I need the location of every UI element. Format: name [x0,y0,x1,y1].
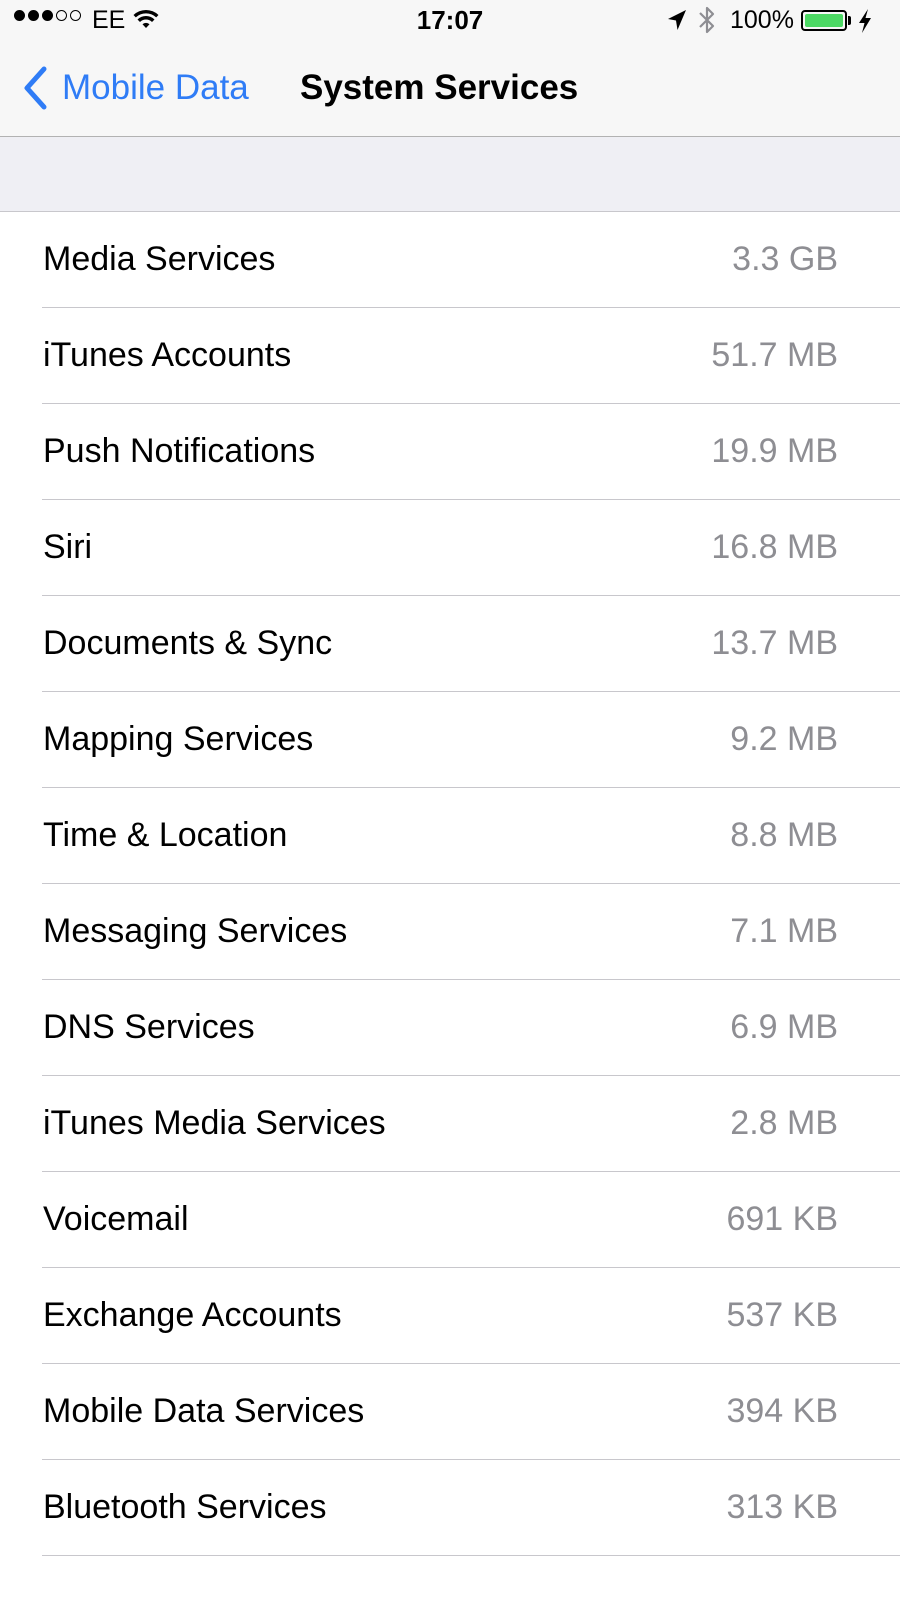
bluetooth-icon [697,5,717,42]
service-name: Siri [43,528,93,566]
battery-percentage: 100% [730,6,794,34]
settings-screen: EE 17:07 100% Mobile Data System Service… [0,0,900,1600]
service-name: Media Services [43,240,276,278]
data-usage-value: 13.7 MB [711,624,838,662]
list-item[interactable]: Media Services 3.3 GB [0,212,900,308]
service-name: Bluetooth Services [43,1488,327,1526]
data-usage-value: 2.8 MB [730,1104,838,1142]
service-name: DNS Services [43,1008,255,1046]
service-name: Exchange Accounts [43,1296,342,1334]
data-usage-value: 7.1 MB [730,912,838,950]
service-name: Time & Location [43,816,288,854]
list-item[interactable]: Time & Location 8.8 MB [0,788,900,884]
back-button[interactable]: Mobile Data [22,66,249,110]
service-name: Push Notifications [43,432,316,470]
list-item[interactable]: iTunes Accounts 51.7 MB [0,308,900,404]
back-button-label: Mobile Data [62,68,249,107]
list-item[interactable]: Mapping Services 9.2 MB [0,692,900,788]
navigation-bar: Mobile Data System Services [0,44,900,136]
list-item[interactable]: iTunes Media Services 2.8 MB [0,1076,900,1172]
data-usage-value: 3.3 GB [732,240,838,278]
data-usage-value: 691 KB [726,1200,838,1238]
list-item[interactable]: Bluetooth Services 313 KB [0,1460,900,1556]
status-bar: EE 17:07 100% [0,0,900,44]
battery-level-fill [805,14,843,27]
list-item[interactable]: Mobile Data Services 394 KB [0,1364,900,1460]
location-arrow-icon [666,8,688,39]
list-item[interactable]: Exchange Accounts 537 KB [0,1268,900,1364]
service-name: iTunes Media Services [43,1104,386,1142]
service-name: Mobile Data Services [43,1392,365,1430]
list-item[interactable]: Push Notifications 19.9 MB [0,404,900,500]
service-name: Mapping Services [43,720,314,758]
service-name: Voicemail [43,1200,189,1238]
data-usage-value: 51.7 MB [711,336,838,374]
service-name: iTunes Accounts [43,336,292,374]
section-header-spacer [0,137,900,212]
service-name: Messaging Services [43,912,348,950]
page-title: System Services [300,68,579,107]
top-bar: EE 17:07 100% Mobile Data System Service… [0,0,900,137]
list-item[interactable]: Documents & Sync 13.7 MB [0,596,900,692]
battery-icon [801,10,847,31]
data-usage-value: 394 KB [726,1392,838,1430]
service-name: Documents & Sync [43,624,333,662]
data-usage-value: 313 KB [726,1488,838,1526]
list-item[interactable]: Voicemail 691 KB [0,1172,900,1268]
list-item[interactable]: Siri 16.8 MB [0,500,900,596]
charging-bolt-icon [857,8,873,41]
data-usage-value: 9.2 MB [730,720,838,758]
list-item[interactable]: DNS Services 6.9 MB [0,980,900,1076]
data-usage-value: 16.8 MB [711,528,838,566]
data-usage-value: 8.8 MB [730,816,838,854]
system-services-list: Media Services 3.3 GB iTunes Accounts 51.7 … [0,212,900,1556]
list-item[interactable]: Messaging Services 7.1 MB [0,884,900,980]
battery-terminal [848,16,851,25]
data-usage-value: 537 KB [726,1296,838,1334]
chevron-left-icon [24,66,47,110]
data-usage-value: 6.9 MB [730,1008,838,1046]
data-usage-value: 19.9 MB [711,432,838,470]
